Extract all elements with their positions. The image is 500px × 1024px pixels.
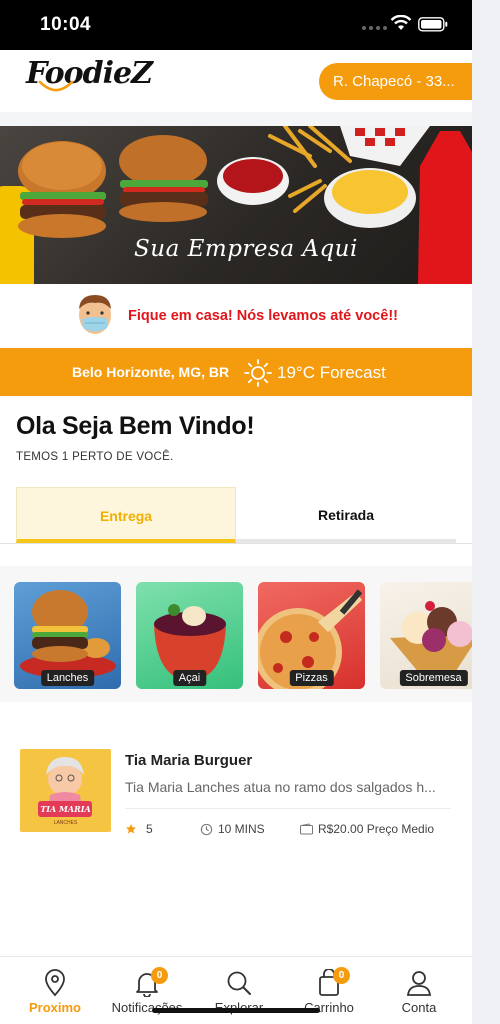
clock-icon — [200, 823, 213, 835]
address-selector-button[interactable]: R. Chapecó - 33... — [319, 63, 472, 100]
tabs-divider — [0, 543, 472, 544]
home-indicator — [152, 1008, 320, 1013]
app-screen: 10:04 FoodieZ R. Chapecó - 33... Sua Emp… — [0, 0, 472, 1024]
welcome-subtitle: TEMOS 1 PERTO DE VOCÊ. — [16, 451, 174, 463]
tab-entrega[interactable]: Entrega — [16, 487, 236, 543]
bell-icon: 0 — [132, 967, 168, 998]
restaurant-divider — [125, 808, 451, 809]
stay-home-notice: Fique em casa! Nós levamos até você!! — [0, 284, 472, 348]
header-divider — [0, 112, 472, 126]
user-icon — [404, 969, 434, 997]
category-list: Lanches Açai Pizzas Sobremesa — [0, 566, 472, 702]
wallet-icon — [300, 823, 313, 835]
delivery-time-value: 10 MINS — [218, 822, 265, 836]
category-pizzas[interactable]: Pizzas — [258, 582, 365, 689]
restaurant-rating: 5 — [125, 822, 153, 836]
banner-text: Sua Empresa Aqui — [134, 236, 358, 262]
category-sobremesa[interactable]: Sobremesa — [380, 582, 472, 689]
bag-icon: 0 — [314, 967, 350, 997]
restaurant-thumbnail: TIA MARIA LANCHES — [20, 749, 111, 832]
nav-label: Proximo — [28, 1000, 81, 1015]
thumbnail-brand-text: TIA MARIA — [40, 804, 91, 814]
restaurant-delivery-time: 10 MINS — [200, 822, 265, 836]
weather-bar: Belo Horizonte, MG, BR 19°C Forecast — [0, 348, 472, 396]
notice-text: Fique em casa! Nós levamos até você!! — [128, 308, 398, 324]
status-time: 10:04 — [40, 14, 92, 35]
search-icon — [224, 969, 254, 997]
restaurant-price: R$20.00 Preço Medio — [300, 822, 434, 836]
restaurant-card[interactable]: TIA MARIA LANCHES Tia Maria Burguer Tia … — [0, 724, 472, 866]
status-bar: 10:04 — [0, 0, 472, 50]
category-label: Lanches — [40, 670, 95, 686]
restaurant-description: Tia Maria Lanches atua no ramo dos salga… — [125, 779, 436, 795]
sun-icon — [244, 359, 272, 387]
app-header: FoodieZ R. Chapecó - 33... — [0, 50, 472, 112]
location-pin-icon — [40, 969, 70, 997]
category-label: Açai — [172, 670, 207, 686]
background-strip — [472, 0, 500, 1024]
notification-badge: 0 — [151, 967, 168, 984]
cart-badge: 0 — [333, 967, 350, 984]
price-value: R$20.00 Preço Medio — [318, 822, 435, 836]
nav-label: Conta — [401, 1000, 437, 1015]
thumbnail-brand-subtext: LANCHES — [53, 820, 78, 826]
rating-value: 5 — [146, 822, 153, 836]
tab-retirada[interactable]: Retirada — [236, 487, 456, 543]
category-lanches[interactable]: Lanches — [14, 582, 121, 689]
category-label: Sobremesa — [399, 670, 468, 686]
category-label: Pizzas — [289, 670, 334, 686]
masked-person-icon — [79, 295, 111, 334]
bottom-navigation: Proximo 0 Notificações Explorar 0 Carrin… — [0, 956, 472, 1024]
delivery-mode-tabs: Entrega Retirada — [16, 487, 456, 543]
nav-conta[interactable]: Conta — [374, 969, 464, 1015]
logo-smile-icon — [38, 80, 74, 92]
weather-forecast: 19°C Forecast — [277, 363, 386, 382]
wifi-icon — [390, 15, 412, 30]
welcome-title: Ola Seja Bem Vindo! — [16, 412, 255, 440]
category-acai[interactable]: Açai — [136, 582, 243, 689]
signal-icon — [362, 26, 387, 30]
weather-location: Belo Horizonte, MG, BR — [72, 364, 230, 380]
promo-banner[interactable]: Sua Empresa Aqui — [0, 126, 472, 284]
restaurant-name[interactable]: Tia Maria Burguer — [125, 752, 252, 769]
battery-icon — [418, 17, 448, 32]
star-icon — [126, 824, 136, 834]
nav-proximo[interactable]: Proximo — [10, 969, 100, 1015]
